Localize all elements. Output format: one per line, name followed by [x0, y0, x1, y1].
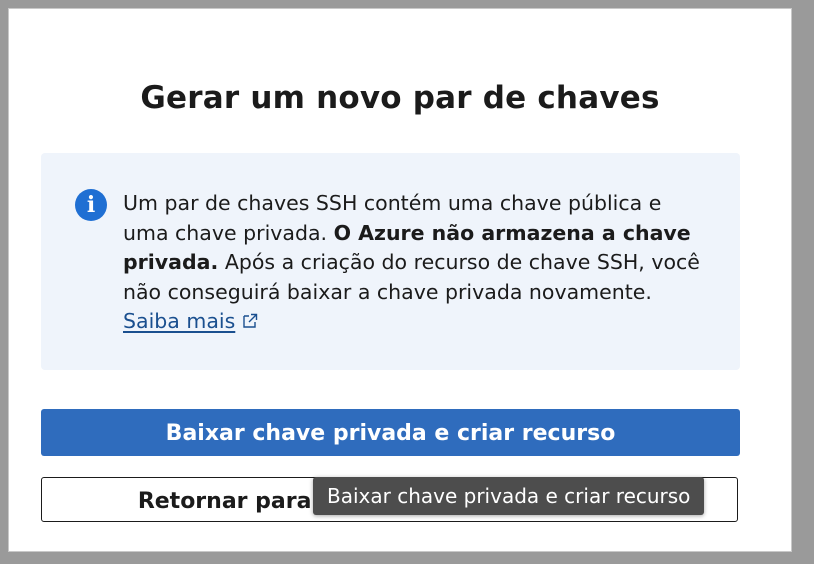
- info-icon: i: [75, 189, 107, 221]
- external-link-icon[interactable]: [241, 312, 259, 330]
- button-tooltip: Baixar chave privada e criar recurso: [313, 477, 705, 515]
- dialog-title: Gerar um novo par de chaves: [140, 80, 660, 116]
- download-private-key-and-create-resource-button[interactable]: Baixar chave privada e criar recurso: [41, 409, 740, 456]
- learn-more-link[interactable]: Saiba mais: [123, 309, 235, 333]
- info-message-text: Um par de chaves SSH contém uma chave pú…: [123, 189, 703, 337]
